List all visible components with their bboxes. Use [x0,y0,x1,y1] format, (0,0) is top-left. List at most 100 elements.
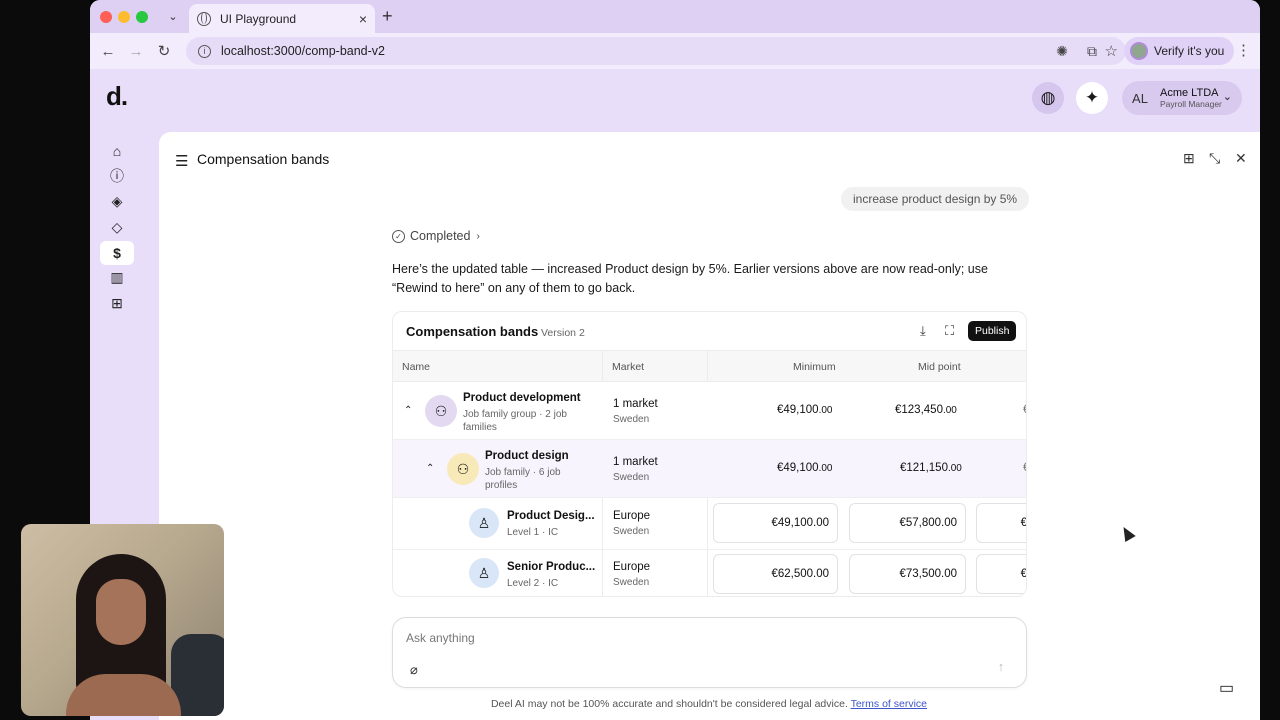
chevron-up-icon[interactable]: ⌃ [404,405,412,416]
midpoint-input[interactable]: €57,800.00 [849,503,966,543]
group-icon: ⚇ [425,395,457,427]
tab-search-chevron-icon[interactable]: ⌄ [162,6,184,26]
compensation-panel: ☰ Compensation bands ⊞ ⤡ ✕ increase prod… [159,132,1260,720]
puzzle-extensions-icon[interactable]: ⧉ [1082,41,1102,61]
row-market-country: Sweden [613,577,650,588]
clipped-input[interactable]: € [976,503,1026,543]
minimum-input[interactable]: €49,100.00 [713,503,838,543]
row-market-country: Sweden [613,472,650,483]
ai-disclaimer: Deel AI may not be 100% accurate and sho… [409,698,1009,710]
menu-icon[interactable]: ☰ [175,152,188,170]
profile-avatar [1130,42,1148,60]
ai-sparkle-icon[interactable]: ✦ [1076,82,1108,114]
completed-status[interactable]: ✓ Completed › [392,229,480,243]
screen-right-edge [1260,0,1280,720]
webcam-person-face [96,579,146,645]
dollar-icon[interactable]: $ [100,240,134,265]
row-name: Senior Produc... [507,561,596,573]
row-market-country: Sweden [613,526,650,537]
back-arrow-icon[interactable]: ← [98,41,118,61]
maximize-window-button[interactable] [136,11,148,23]
table-header: Name Market Minimum Mid point [393,350,1026,382]
terms-link[interactable]: Terms of service [851,698,927,710]
assistant-message: Here’s the updated table — increased Pro… [392,262,988,295]
row-market: Europe [613,510,651,522]
collapse-icon[interactable]: ⤡ [1209,150,1220,167]
info-icon[interactable]: ⓘ [100,164,134,188]
table-icon[interactable]: ▥ [100,266,134,290]
deel-logo[interactable]: d. [106,81,128,112]
browser-menu-icon[interactable]: ⋮ [1236,41,1251,59]
minimize-window-button[interactable] [118,11,130,23]
browser-window: ⌄ UI Playground × + ← → ↻ i localhost:30… [90,0,1260,720]
table-row[interactable]: ⌃ ⚇ Product development Job family group… [393,382,1026,440]
composer-placeholder[interactable]: Ask anything [406,631,475,645]
row-subtitle: Job family group · 2 job families [463,409,567,433]
address-bar[interactable]: i localhost:3000/comp-band-v2 ☆ [186,37,1126,65]
close-window-button[interactable] [100,11,112,23]
account-role: Payroll Manager [1160,99,1222,109]
account-switcher[interactable]: AL Acme LTDA Payroll Manager ⌄ [1122,81,1242,115]
reload-icon[interactable]: ↻ [154,41,174,61]
chat-composer[interactable]: Ask anything ⌀ ↑ [392,617,1027,688]
table-title: Compensation bands [406,324,539,339]
table-row[interactable]: ♙ Product Desig... Level 1 · IC Europe S… [393,498,1026,550]
layers-icon[interactable]: ◈ [100,190,134,214]
webcam-person-body [66,674,181,716]
chevron-down-icon: ⌄ [1222,91,1232,103]
row-minimum: €49,100.00 [777,462,833,474]
row-name: Product Desig... [507,510,595,522]
col-midpoint: Mid point [918,361,961,373]
row-clipped-value: € [1023,462,1026,474]
verify-profile-button[interactable]: Verify it's you [1124,37,1235,65]
browser-tab[interactable]: UI Playground × [189,4,375,33]
row-market: 1 market [613,456,658,468]
tab-close-icon[interactable]: × [359,11,367,27]
family-icon: ⚇ [447,453,479,485]
download-icon[interactable]: ⤓ [920,323,926,339]
verify-label: Verify it's you [1154,44,1225,58]
account-avatar: AL [1132,90,1148,106]
clipped-input[interactable]: € [976,554,1026,594]
close-icon[interactable]: ✕ [1235,150,1247,167]
org-chart-icon[interactable]: ⊞ [100,291,134,315]
row-market: 1 market [613,398,658,410]
chevron-up-icon[interactable]: ⌃ [426,463,434,474]
row-subtitle: Level 2 · IC [507,578,559,589]
row-market-country: Sweden [613,414,650,425]
new-tab-button[interactable]: + [382,6,393,26]
chat-bubble-icon[interactable]: ▭ [1219,678,1234,698]
row-subtitle: Level 1 · IC [507,527,559,538]
globe-icon [197,11,211,26]
table-row[interactable]: ⌃ ⚇ Product design Job family · 6 job pr… [393,440,1026,498]
stack-icon[interactable]: ◇ [100,215,134,239]
site-info-icon[interactable]: i [198,44,211,58]
disclaimer-text: Deel AI may not be 100% accurate and sho… [490,698,848,710]
url-text: localhost:3000/comp-band-v2 [221,44,385,58]
webcam-overlay [21,524,224,716]
panel-title: Compensation bands [197,151,330,167]
home-icon[interactable]: ⌂ [100,139,134,163]
account-name: Acme LTDA [1160,87,1219,99]
midpoint-input[interactable]: €73,500.00 [849,554,966,594]
extension-icon[interactable]: ✺ [1052,41,1072,61]
row-name: Product design [485,450,569,462]
status-label: Completed [410,229,471,243]
minimum-input[interactable]: €62,500.00 [713,554,838,594]
row-market: Europe [613,561,651,573]
paperclip-icon[interactable]: ⌀ [410,662,418,678]
table-version: Version 2 [541,327,585,339]
send-arrow-icon[interactable]: ↑ [991,656,1011,676]
app-page: d. ◍ ✦ AL Acme LTDA Payroll Manager ⌄ ⌂ … [90,69,1260,720]
row-clipped-value: € [1023,404,1026,416]
expand-icon[interactable]: ⛶ [945,323,954,339]
tab-strip: ⌄ UI Playground × + [90,0,1260,33]
table-row[interactable]: ♙ Senior Produc... Level 2 · IC Europe S… [393,550,1026,596]
bookmark-star-icon[interactable]: ☆ [1105,42,1118,60]
forward-arrow-icon[interactable]: → [126,41,146,61]
palette-icon[interactable]: ◍ [1032,82,1064,114]
publish-button[interactable]: Publish [968,321,1017,341]
side-navigation: ⌂ ⓘ ◈ ◇ $ ▥ ⊞ [100,139,136,317]
new-chat-icon[interactable]: ⊞ [1183,150,1195,167]
check-circle-icon: ✓ [392,229,405,243]
